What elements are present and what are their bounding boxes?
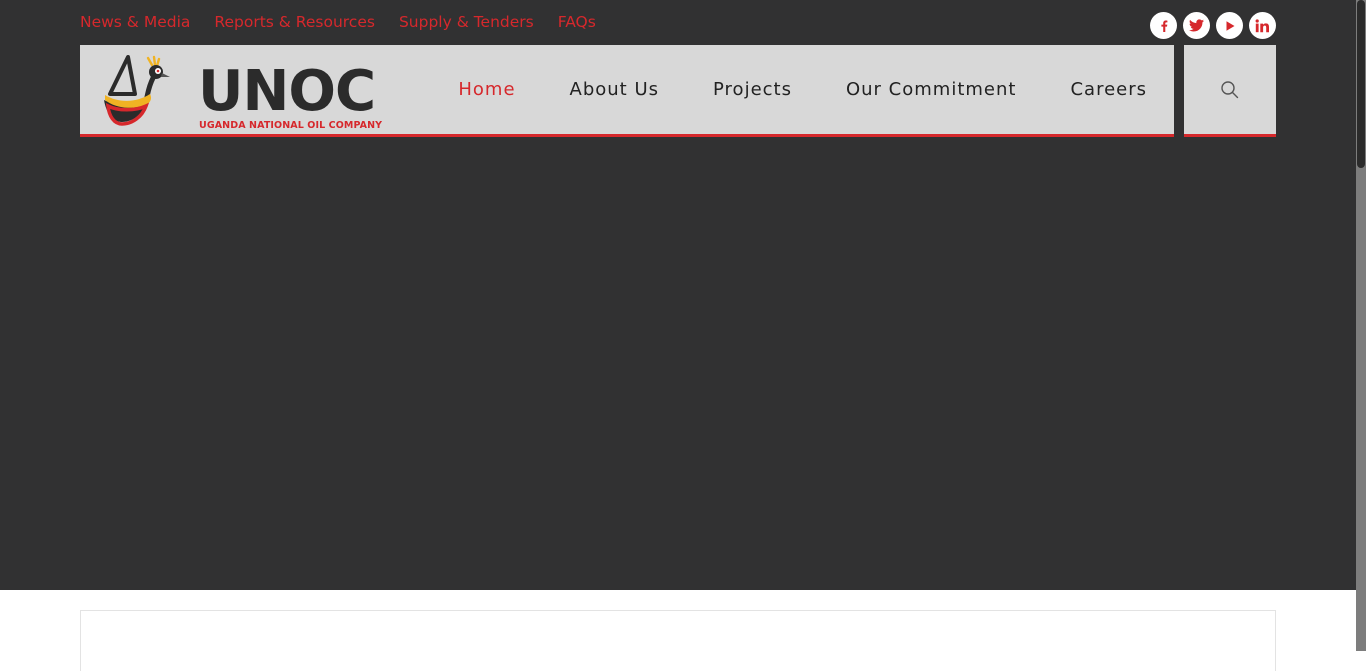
search-button[interactable] (1184, 45, 1276, 137)
page: News & Media Reports & Resources Supply … (0, 0, 1356, 671)
topnav-item-faqs[interactable]: FAQs (558, 12, 596, 32)
top-navigation: News & Media Reports & Resources Supply … (80, 12, 596, 32)
hero-section: News & Media Reports & Resources Supply … (0, 0, 1356, 590)
logo-wordmark: UNOC (198, 59, 376, 124)
facebook-icon (1160, 20, 1167, 32)
twitter-link[interactable] (1183, 12, 1210, 39)
main-navigation: Home About Us Projects Our Commitment Ca… (431, 45, 1174, 134)
unoc-logo[interactable]: UNOC UGANDA NATIONAL OIL COMPANY (102, 54, 382, 131)
facebook-link[interactable] (1150, 12, 1177, 39)
linkedin-icon (1255, 18, 1269, 32)
scrollbar[interactable] (1356, 0, 1366, 651)
topnav-item-reports-resources[interactable]: Reports & Resources (214, 12, 375, 32)
youtube-link[interactable] (1216, 12, 1243, 39)
twitter-icon (1189, 19, 1204, 32)
nav-item-home[interactable]: Home (431, 79, 542, 100)
topnav-item-news-media[interactable]: News & Media (80, 12, 190, 32)
nav-item-projects[interactable]: Projects (686, 79, 819, 100)
main-header: UNOC UGANDA NATIONAL OIL COMPANY Home Ab… (80, 45, 1174, 137)
nav-item-about-us[interactable]: About Us (543, 79, 687, 100)
nav-item-our-commitment[interactable]: Our Commitment (819, 79, 1043, 100)
crane-emblem-icon (104, 55, 170, 126)
logo-tagline: UGANDA NATIONAL OIL COMPANY (199, 120, 383, 131)
content-card (80, 610, 1276, 671)
search-icon (1221, 80, 1239, 98)
linkedin-link[interactable] (1249, 12, 1276, 39)
nav-item-careers[interactable]: Careers (1043, 79, 1174, 100)
scrollbar-thumb[interactable] (1357, 0, 1365, 168)
social-links (1150, 12, 1276, 39)
youtube-icon (1226, 20, 1234, 31)
topnav-item-supply-tenders[interactable]: Supply & Tenders (399, 12, 534, 32)
